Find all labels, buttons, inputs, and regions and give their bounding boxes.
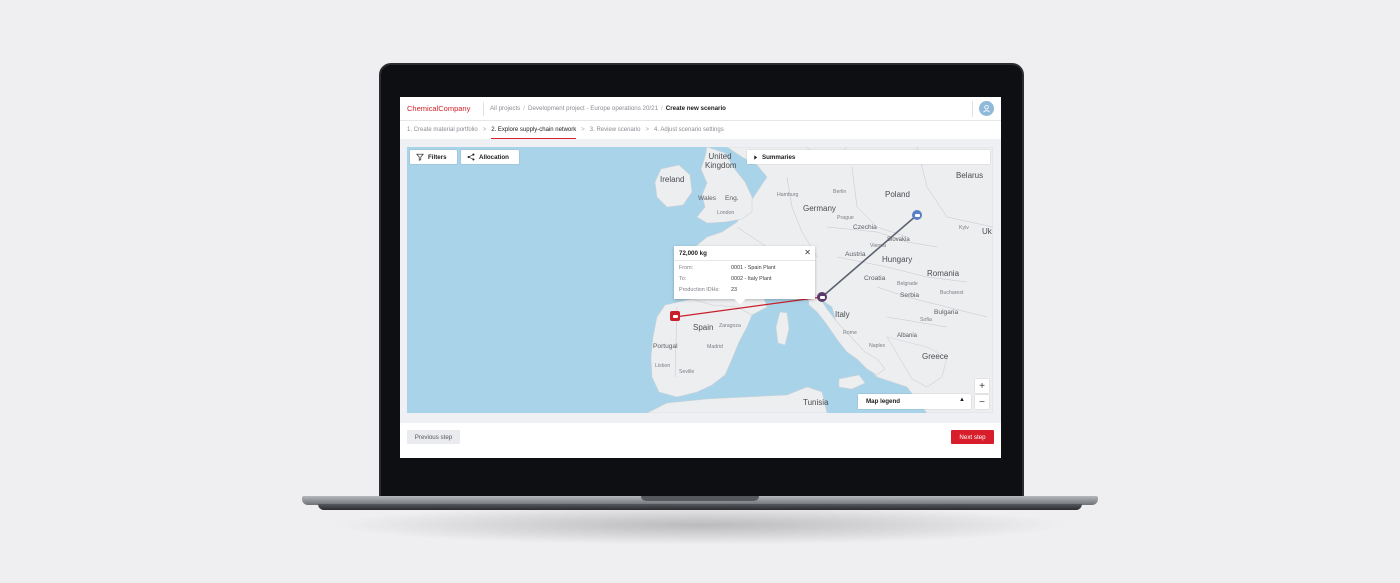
top-bar: ChemicalCompany All projects / Developme…: [400, 97, 1001, 121]
map-label-tunisia: Tunisia: [803, 398, 829, 407]
map-label-uk: United Kingdom: [705, 152, 737, 170]
map-legend-dropdown[interactable]: Map legend ▲: [858, 394, 971, 409]
map-label-portugal: Portugal: [653, 343, 678, 350]
filters-label: Filters: [428, 153, 447, 161]
step-explore-supply-chain-network[interactable]: 2. Explore supply-chain network: [491, 121, 577, 139]
next-step-button[interactable]: Next step: [951, 430, 994, 444]
map-label-sofia: Sofia: [920, 317, 932, 323]
popup-key: From:: [679, 265, 694, 271]
map-label-madrid: Madrid: [707, 344, 723, 350]
map-label-austria: Austria: [845, 251, 866, 258]
map-label-croatia: Croatia: [864, 275, 886, 282]
laptop-shadow: [330, 505, 1070, 545]
breadcrumb: All projects / Development project - Eur…: [484, 105, 726, 112]
map-label-england: Eng.: [725, 195, 739, 202]
map-label-czechia: Czechia: [853, 224, 877, 231]
allocation-label: Allocation: [479, 153, 509, 161]
map-label-zaragoza: Zaragoza: [719, 323, 741, 329]
popup-value: 0001 - Spain Plant: [731, 265, 776, 271]
map-label-slovakia: Slovakia: [887, 237, 910, 243]
map-label-ireland: Ireland: [660, 175, 685, 184]
route-line-spain-italy[interactable]: [674, 296, 823, 318]
map-label-greece: Greece: [922, 352, 949, 361]
map-label-bucharest: Bucharest: [940, 290, 964, 296]
stepper: 1. Create material portfolio > 2. Explor…: [400, 121, 1001, 139]
allocation-button[interactable]: Allocation: [461, 150, 519, 164]
map-label-belarus: Belarus: [956, 171, 984, 180]
map-label-hungary: Hungary: [882, 255, 913, 264]
map-label-berlin: Berlin: [833, 189, 847, 195]
zoom-out-button[interactable]: −: [975, 395, 989, 409]
breadcrumb-item-all-projects[interactable]: All projects: [490, 105, 520, 112]
popup-value: 23: [731, 287, 737, 293]
factory-icon: [819, 295, 825, 299]
avatar-divider: [972, 101, 973, 117]
summaries-label: Summaries: [762, 153, 796, 161]
previous-step-button[interactable]: Previous step: [407, 430, 460, 444]
filter-icon: [416, 153, 424, 161]
filters-button[interactable]: Filters: [410, 150, 457, 164]
breadcrumb-current: Create new scenario: [665, 105, 726, 112]
breadcrumb-separator: /: [523, 105, 525, 112]
user-icon: [983, 104, 990, 113]
map-label-italy: Italy: [835, 310, 850, 319]
caret-up-icon: ▲: [959, 397, 965, 403]
map-label-naples: Naples: [869, 343, 886, 349]
map-label-kiev: Kyiv: [959, 225, 969, 231]
map-label-romania: Romania: [927, 269, 960, 278]
map-label-poland: Poland: [885, 190, 910, 199]
chevron-right-icon: >: [482, 127, 487, 133]
plant-marker-poland[interactable]: [912, 210, 922, 220]
laptop-base-lower: [318, 504, 1082, 510]
caret-right-icon: [754, 154, 758, 160]
map-label-belgrade: Belgrade: [897, 281, 918, 287]
supply-chain-map[interactable]: United Kingdom Ireland Wales Eng. London…: [407, 147, 993, 413]
map-label-wales: Wales: [698, 195, 717, 202]
step-review-scenario[interactable]: 3. Review scenario: [590, 121, 641, 139]
avatar[interactable]: [979, 101, 994, 116]
factory-icon: [914, 213, 920, 217]
breadcrumb-separator: /: [661, 105, 663, 112]
factory-icon: [672, 314, 678, 318]
step-adjust-scenario-settings[interactable]: 4. Adjust scenario settings: [654, 121, 724, 139]
map-label-vienna: Vienna: [870, 243, 887, 249]
laptop-notch: [641, 496, 759, 501]
chevron-right-icon: >: [581, 127, 585, 133]
popup-value: 0002 - Italy Plant: [731, 276, 772, 282]
step-create-material-portfolio[interactable]: 1. Create material portfolio: [407, 121, 478, 139]
map-label-serbia: Serbia: [900, 292, 920, 299]
chevron-right-icon: >: [645, 127, 649, 133]
popup-row-production-idhs: Production IDHs: 23: [679, 287, 737, 293]
map-label-spain: Spain: [693, 323, 714, 332]
map-label-prague: Prague: [837, 215, 854, 221]
map-label-rome: Rome: [843, 330, 857, 336]
map-label-london: London: [717, 210, 735, 216]
plant-marker-italy[interactable]: [817, 292, 827, 302]
zoom-in-button[interactable]: +: [975, 379, 989, 393]
popup-row-to: To: 0002 - Italy Plant: [679, 276, 771, 282]
map-panel: United Kingdom Ireland Wales Eng. London…: [400, 139, 1001, 423]
route-popup: 72,000 kg ✕ From: 0001 - Spain Plant To:…: [674, 246, 815, 305]
popup-row-from: From: 0001 - Spain Plant: [679, 265, 775, 271]
summaries-toggle[interactable]: Summaries: [747, 150, 990, 164]
app-screen: ChemicalCompany All projects / Developme…: [400, 97, 1001, 458]
footer: Previous step Next step: [400, 423, 1001, 458]
map-legend-label: Map legend: [866, 398, 901, 405]
map-label-seville: Seville: [679, 369, 695, 375]
map-label-ukraine: Uk: [982, 227, 992, 236]
share-network-icon: [467, 153, 475, 161]
brand-logo[interactable]: ChemicalCompany: [400, 104, 483, 113]
plant-marker-spain[interactable]: [670, 311, 680, 321]
popup-divider: [674, 260, 815, 261]
map-label-germany: Germany: [803, 204, 836, 213]
popup-key: Production IDHs:: [679, 287, 720, 293]
popup-key: To:: [679, 276, 687, 282]
breadcrumb-item-project[interactable]: Development project - Europe operations …: [528, 105, 658, 112]
map-label-lisbon: Lisbon: [655, 363, 671, 369]
map-label-hamburg: Hamburg: [777, 192, 799, 198]
map-label-albania: Albania: [897, 333, 918, 339]
popup-title: 72,000 kg: [679, 250, 707, 257]
close-icon[interactable]: ✕: [804, 248, 811, 257]
map-label-bulgaria: Bulgaria: [934, 309, 959, 316]
